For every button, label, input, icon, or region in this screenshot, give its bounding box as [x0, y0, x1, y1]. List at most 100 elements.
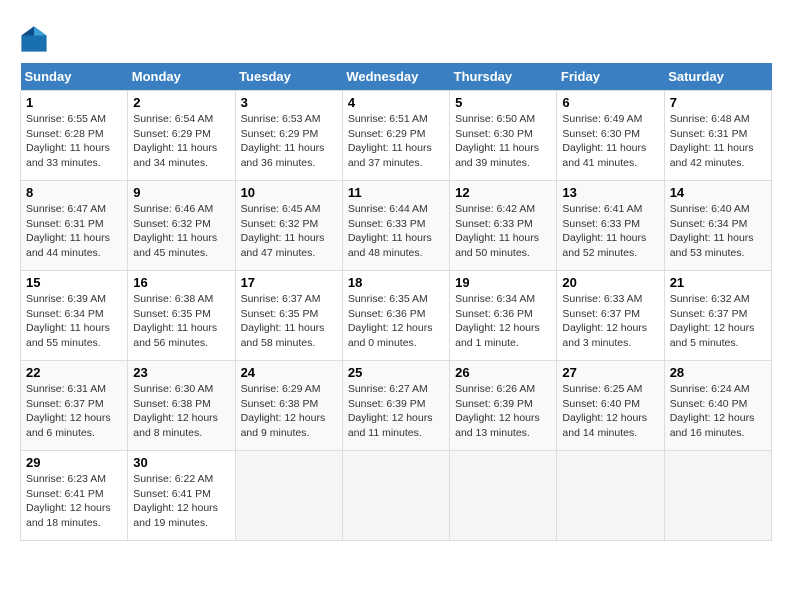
day-info: Sunrise: 6:26 AMSunset: 6:39 PMDaylight:…	[455, 382, 551, 441]
day-number: 20	[562, 275, 658, 290]
day-info: Sunrise: 6:45 AMSunset: 6:32 PMDaylight:…	[241, 202, 337, 261]
day-cell-19: 19Sunrise: 6:34 AMSunset: 6:36 PMDayligh…	[450, 271, 557, 361]
day-cell-24: 24 Sunrise: 6:29 AMSunset: 6:38 PMDayligh…	[235, 361, 342, 451]
day-info: Sunrise: 6:55 AMSunset: 6:28 PMDaylight:…	[26, 112, 122, 171]
day-number: 17	[241, 275, 337, 290]
day-info: Sunrise: 6:38 AMSunset: 6:35 PMDaylight:…	[133, 292, 229, 351]
day-number: 6	[562, 95, 658, 110]
calendar-header-row: SundayMondayTuesdayWednesdayThursdayFrid…	[21, 63, 772, 91]
day-cell-2: 2 Sunrise: 6:54 AMSunset: 6:29 PMDaylight…	[128, 91, 235, 181]
day-number: 3	[241, 95, 337, 110]
day-number: 9	[133, 185, 229, 200]
empty-day-cell	[450, 451, 557, 541]
day-cell-11: 11 Sunrise: 6:44 AMSunset: 6:33 PMDayligh…	[342, 181, 449, 271]
day-number: 23	[133, 365, 229, 380]
day-cell-15: 15 Sunrise: 6:39 AMSunset: 6:34 PMDayligh…	[21, 271, 128, 361]
day-cell-8: 8 Sunrise: 6:47 AMSunset: 6:31 PMDaylight…	[21, 181, 128, 271]
day-cell-18: 18Sunrise: 6:35 AMSunset: 6:36 PMDayligh…	[342, 271, 449, 361]
day-cell-1: 1 Sunrise: 6:55 AMSunset: 6:28 PMDaylight…	[21, 91, 128, 181]
day-cell-20: 20 Sunrise: 6:33 AMSunset: 6:37 PMDayligh…	[557, 271, 664, 361]
calendar-week-row: 15 Sunrise: 6:39 AMSunset: 6:34 PMDayligh…	[21, 271, 772, 361]
day-number: 11	[348, 185, 444, 200]
day-info: Sunrise: 6:30 AMSunset: 6:38 PMDaylight:…	[133, 382, 229, 441]
day-number: 25	[348, 365, 444, 380]
day-info: Sunrise: 6:40 AMSunset: 6:34 PMDaylight:…	[670, 202, 766, 261]
day-cell-7: 7 Sunrise: 6:48 AMSunset: 6:31 PMDaylight…	[664, 91, 771, 181]
empty-day-cell	[235, 451, 342, 541]
day-number: 13	[562, 185, 658, 200]
day-cell-27: 27Sunrise: 6:25 AMSunset: 6:40 PMDayligh…	[557, 361, 664, 451]
header	[20, 20, 772, 53]
day-cell-22: 22 Sunrise: 6:31 AMSunset: 6:37 PMDayligh…	[21, 361, 128, 451]
day-number: 22	[26, 365, 122, 380]
day-cell-13: 13 Sunrise: 6:41 AMSunset: 6:33 PMDayligh…	[557, 181, 664, 271]
day-info: Sunrise: 6:25 AMSunset: 6:40 PMDaylight:…	[562, 382, 658, 441]
calendar-week-row: 8 Sunrise: 6:47 AMSunset: 6:31 PMDaylight…	[21, 181, 772, 271]
day-info: Sunrise: 6:24 AMSunset: 6:40 PMDaylight:…	[670, 382, 766, 441]
empty-day-cell	[342, 451, 449, 541]
day-cell-10: 10 Sunrise: 6:45 AMSunset: 6:32 PMDayligh…	[235, 181, 342, 271]
day-number: 4	[348, 95, 444, 110]
day-info: Sunrise: 6:39 AMSunset: 6:34 PMDaylight:…	[26, 292, 122, 351]
calendar-week-row: 1 Sunrise: 6:55 AMSunset: 6:28 PMDaylight…	[21, 91, 772, 181]
day-number: 7	[670, 95, 766, 110]
day-info: Sunrise: 6:31 AMSunset: 6:37 PMDaylight:…	[26, 382, 122, 441]
col-header-tuesday: Tuesday	[235, 63, 342, 91]
day-number: 15	[26, 275, 122, 290]
day-info: Sunrise: 6:33 AMSunset: 6:37 PMDaylight:…	[562, 292, 658, 351]
day-number: 1	[26, 95, 122, 110]
day-cell-21: 21 Sunrise: 6:32 AMSunset: 6:37 PMDayligh…	[664, 271, 771, 361]
day-number: 12	[455, 185, 551, 200]
day-cell-4: 4 Sunrise: 6:51 AMSunset: 6:29 PMDaylight…	[342, 91, 449, 181]
day-cell-6: 6Sunrise: 6:49 AMSunset: 6:30 PMDaylight…	[557, 91, 664, 181]
day-cell-23: 23 Sunrise: 6:30 AMSunset: 6:38 PMDayligh…	[128, 361, 235, 451]
col-header-monday: Monday	[128, 63, 235, 91]
day-info: Sunrise: 6:27 AMSunset: 6:39 PMDaylight:…	[348, 382, 444, 441]
col-header-wednesday: Wednesday	[342, 63, 449, 91]
day-number: 29	[26, 455, 122, 470]
day-info: Sunrise: 6:47 AMSunset: 6:31 PMDaylight:…	[26, 202, 122, 261]
day-info: Sunrise: 6:42 AMSunset: 6:33 PMDaylight:…	[455, 202, 551, 261]
calendar-week-row: 22 Sunrise: 6:31 AMSunset: 6:37 PMDayligh…	[21, 361, 772, 451]
day-number: 26	[455, 365, 551, 380]
day-cell-16: 16 Sunrise: 6:38 AMSunset: 6:35 PMDayligh…	[128, 271, 235, 361]
logo-icon	[20, 25, 48, 53]
empty-day-cell	[664, 451, 771, 541]
day-number: 19	[455, 275, 551, 290]
day-cell-14: 14Sunrise: 6:40 AMSunset: 6:34 PMDayligh…	[664, 181, 771, 271]
day-cell-3: 3 Sunrise: 6:53 AMSunset: 6:29 PMDaylight…	[235, 91, 342, 181]
day-info: Sunrise: 6:37 AMSunset: 6:35 PMDaylight:…	[241, 292, 337, 351]
day-info: Sunrise: 6:41 AMSunset: 6:33 PMDaylight:…	[562, 202, 658, 261]
day-number: 21	[670, 275, 766, 290]
day-number: 18	[348, 275, 444, 290]
day-number: 24	[241, 365, 337, 380]
day-cell-5: 5Sunrise: 6:50 AMSunset: 6:30 PMDaylight…	[450, 91, 557, 181]
day-number: 5	[455, 95, 551, 110]
day-cell-29: 29 Sunrise: 6:23 AMSunset: 6:41 PMDayligh…	[21, 451, 128, 541]
day-info: Sunrise: 6:32 AMSunset: 6:37 PMDaylight:…	[670, 292, 766, 351]
day-info: Sunrise: 6:48 AMSunset: 6:31 PMDaylight:…	[670, 112, 766, 171]
day-info: Sunrise: 6:23 AMSunset: 6:41 PMDaylight:…	[26, 472, 122, 531]
day-info: Sunrise: 6:51 AMSunset: 6:29 PMDaylight:…	[348, 112, 444, 171]
col-header-friday: Friday	[557, 63, 664, 91]
day-info: Sunrise: 6:44 AMSunset: 6:33 PMDaylight:…	[348, 202, 444, 261]
day-number: 8	[26, 185, 122, 200]
calendar-table: SundayMondayTuesdayWednesdayThursdayFrid…	[20, 63, 772, 541]
day-number: 2	[133, 95, 229, 110]
day-number: 10	[241, 185, 337, 200]
day-cell-17: 17 Sunrise: 6:37 AMSunset: 6:35 PMDayligh…	[235, 271, 342, 361]
col-header-sunday: Sunday	[21, 63, 128, 91]
day-info: Sunrise: 6:53 AMSunset: 6:29 PMDaylight:…	[241, 112, 337, 171]
day-cell-26: 26 Sunrise: 6:26 AMSunset: 6:39 PMDayligh…	[450, 361, 557, 451]
day-number: 28	[670, 365, 766, 380]
empty-day-cell	[557, 451, 664, 541]
col-header-thursday: Thursday	[450, 63, 557, 91]
day-info: Sunrise: 6:29 AMSunset: 6:38 PMDaylight:…	[241, 382, 337, 441]
day-number: 30	[133, 455, 229, 470]
day-info: Sunrise: 6:46 AMSunset: 6:32 PMDaylight:…	[133, 202, 229, 261]
day-cell-9: 9 Sunrise: 6:46 AMSunset: 6:32 PMDaylight…	[128, 181, 235, 271]
day-number: 16	[133, 275, 229, 290]
col-header-saturday: Saturday	[664, 63, 771, 91]
logo	[20, 25, 52, 53]
day-info: Sunrise: 6:54 AMSunset: 6:29 PMDaylight:…	[133, 112, 229, 171]
